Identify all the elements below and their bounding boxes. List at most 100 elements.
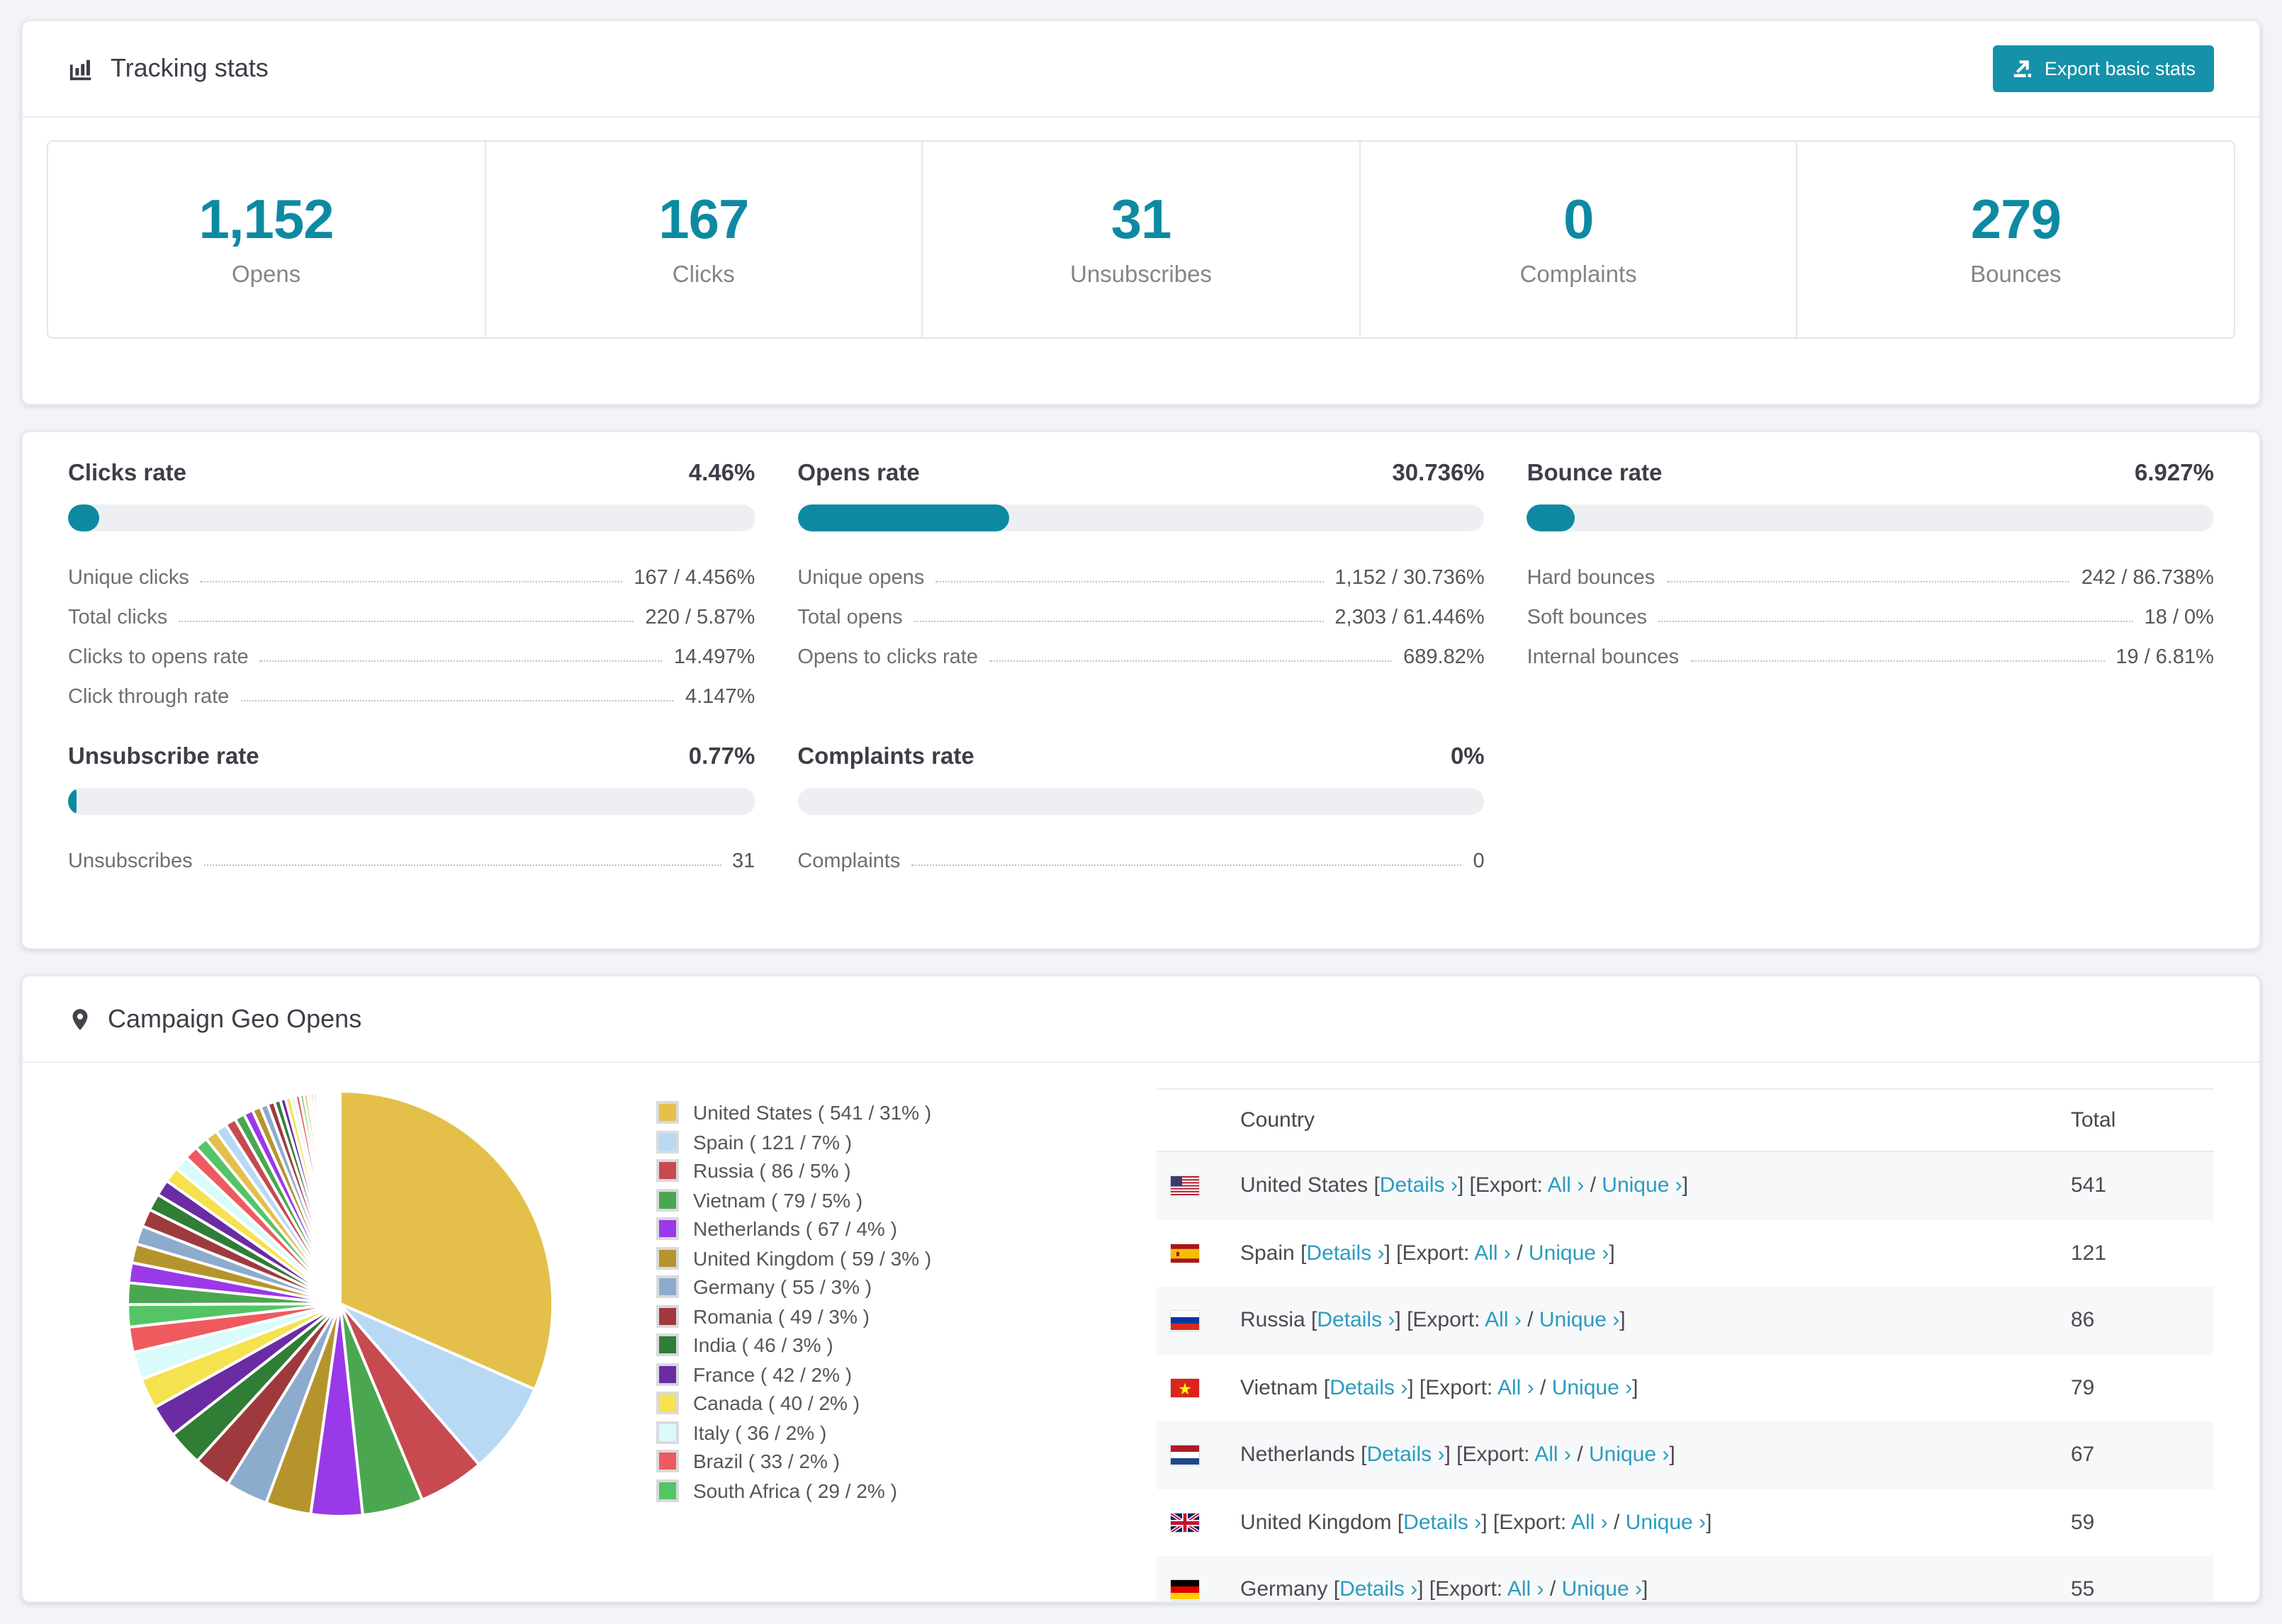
export-all-link[interactable]: All › [1507,1578,1544,1602]
export-unique-link[interactable]: Unique › [1529,1241,1609,1265]
pie-slice[interactable] [337,1089,342,1305]
details-link[interactable]: Details › [1306,1241,1384,1265]
stat-value: 0 [1563,190,1594,251]
rate-row-value: 31 [732,850,755,873]
details-link[interactable]: Details › [1339,1578,1417,1602]
rate-value: 0% [1450,744,1485,769]
export-all-link[interactable]: All › [1534,1443,1571,1467]
rate-row-value: 14.497% [673,646,755,669]
stat-box: 279 Bounces [1796,142,2234,337]
progress-bar-fill [68,504,99,531]
legend-label: South Africa ( 29 / 2% ) [693,1479,897,1502]
legend-label: Canada ( 40 / 2% ) [693,1392,860,1415]
rate-row-value: 4.147% [685,686,755,709]
rate-row-label: Clicks to opens rate [68,646,249,669]
table-row: Netherlands [Details ›] [Export: All › /… [1157,1421,2214,1489]
rate-rows: Unique opens 1,152 / 30.736% Total opens 2,… [797,554,1484,673]
export-unique-link[interactable]: Unique › [1602,1174,1682,1198]
pie-legend: United States ( 541 / 31% ) Spain ( 121 /… [656,1098,931,1505]
rates-card: Clicks rate 4.46% Unique clicks 167 / 4.456… [21,431,2261,949]
rate-row-label: Total clicks [68,607,168,629]
legend-item: Netherlands ( 67 / 4% ) [656,1214,931,1244]
stat-label: Bounces [1970,262,2062,288]
rate-row-label: Hard bounces [1527,567,1656,590]
geo-pie-chart[interactable] [119,1083,561,1525]
progress-bar-fill [797,504,1009,531]
rate-row: Clicks to opens rate 14.497% [68,633,755,673]
table-row: United States [Details ›] [Export: All ›… [1157,1152,2214,1219]
row-text: / [1570,1443,1589,1467]
rate-rows: Unique clicks 167 / 4.456% Total clicks 220… [68,554,755,713]
details-link[interactable]: Details › [1330,1376,1407,1400]
export-unique-link[interactable]: Unique › [1626,1511,1706,1535]
row-text: / [1510,1241,1529,1265]
row-text: ] [1609,1241,1615,1265]
total-value: 541 [2071,1173,2107,1198]
stat-box: 167 Clicks [484,142,921,337]
row-text: ] [Export: [1384,1241,1475,1265]
rate-row: Opens to clicks rate 689.82% [797,633,1484,673]
export-all-link[interactable]: All › [1474,1241,1511,1265]
legend-item: Brazil ( 33 / 2% ) [656,1447,931,1476]
export-all-link[interactable]: All › [1571,1511,1608,1535]
rate-value: 4.46% [688,461,755,486]
geo-body: United States ( 541 / 31% ) Spain ( 121 /… [23,1063,2259,1601]
total-value: 121 [2071,1241,2107,1265]
legend-label: Romania ( 49 / 3% ) [693,1304,870,1328]
details-link[interactable]: Details › [1403,1511,1481,1535]
rate-value: 30.736% [1392,461,1485,486]
legend-label: Brazil ( 33 / 2% ) [693,1450,840,1473]
flag-gb-icon [1171,1513,1199,1532]
row-text: ] [Export: [1395,1308,1485,1333]
export-all-link[interactable]: All › [1485,1309,1522,1333]
legend-label: United States ( 541 / 31% ) [693,1101,932,1124]
dotted-leader [989,660,1393,662]
row-text: ] [Export: [1457,1173,1548,1198]
export-basic-stats-button[interactable]: Export basic stats [1993,45,2214,92]
rates-grid: Clicks rate 4.46% Unique clicks 167 / 4.456… [23,432,2259,877]
progress-bar-fill [68,788,77,815]
rate-row-value: 2,303 / 61.446% [1334,607,1485,629]
rate-row-value: 19 / 6.81% [2115,646,2214,669]
row-text: United Kingdom [ [1240,1510,1404,1535]
rate-row-value: 0 [1473,850,1485,873]
country-cell: Vietnam [Details ›] [Export: All › / Uni… [1240,1376,1638,1400]
rate-row-label: Complaints [797,850,901,873]
details-link[interactable]: Details › [1317,1309,1395,1333]
export-all-link[interactable]: All › [1497,1376,1534,1400]
progress-bar [68,504,755,531]
export-unique-link[interactable]: Unique › [1539,1309,1619,1333]
stat-label: Unsubscribes [1070,262,1212,288]
export-unique-link[interactable]: Unique › [1589,1443,1669,1467]
campaign-geo-opens-title: Campaign Geo Opens [108,1004,362,1032]
row-text: / [1521,1308,1539,1333]
rate-row-label: Unique clicks [68,567,189,590]
dotted-leader [179,621,634,622]
row-text: Vietnam [ [1240,1375,1330,1400]
stat-value: 1,152 [198,190,334,251]
legend-swatch [656,1101,679,1124]
dotted-leader [1658,621,2133,622]
export-unique-link[interactable]: Unique › [1562,1578,1642,1602]
export-unique-link[interactable]: Unique › [1552,1376,1632,1400]
flag-nl-icon [1171,1445,1199,1465]
details-link[interactable]: Details › [1380,1174,1458,1198]
legend-item: Germany ( 55 / 3% ) [656,1273,931,1302]
legend-item: Russia ( 86 / 5% ) [656,1156,931,1185]
total-column-header: Total [2071,1108,2116,1132]
bar-chart-icon [69,60,91,81]
tracking-stats-card: Tracking stats Export basic stats 1,152 O… [21,20,2261,405]
rate-title: Bounce rate [1527,461,1663,486]
row-text: Netherlands [ [1240,1443,1367,1467]
dotted-leader [1666,581,2070,582]
rate-value: 0.77% [688,744,755,769]
progress-bar [1527,504,2214,531]
row-text: ] [1669,1443,1675,1467]
legend-label: Italy ( 36 / 2% ) [693,1421,827,1444]
rate-block: Unsubscribe rate 0.77% Unsubscribes 31 [68,744,755,877]
country-cell: Netherlands [Details ›] [Export: All › /… [1240,1443,1675,1467]
legend-label: Spain ( 121 / 7% ) [693,1130,853,1154]
details-link[interactable]: Details › [1366,1443,1444,1467]
campaign-geo-opens-card: Campaign Geo Opens United States ( 541 /… [21,975,2261,1603]
export-all-link[interactable]: All › [1548,1174,1585,1198]
